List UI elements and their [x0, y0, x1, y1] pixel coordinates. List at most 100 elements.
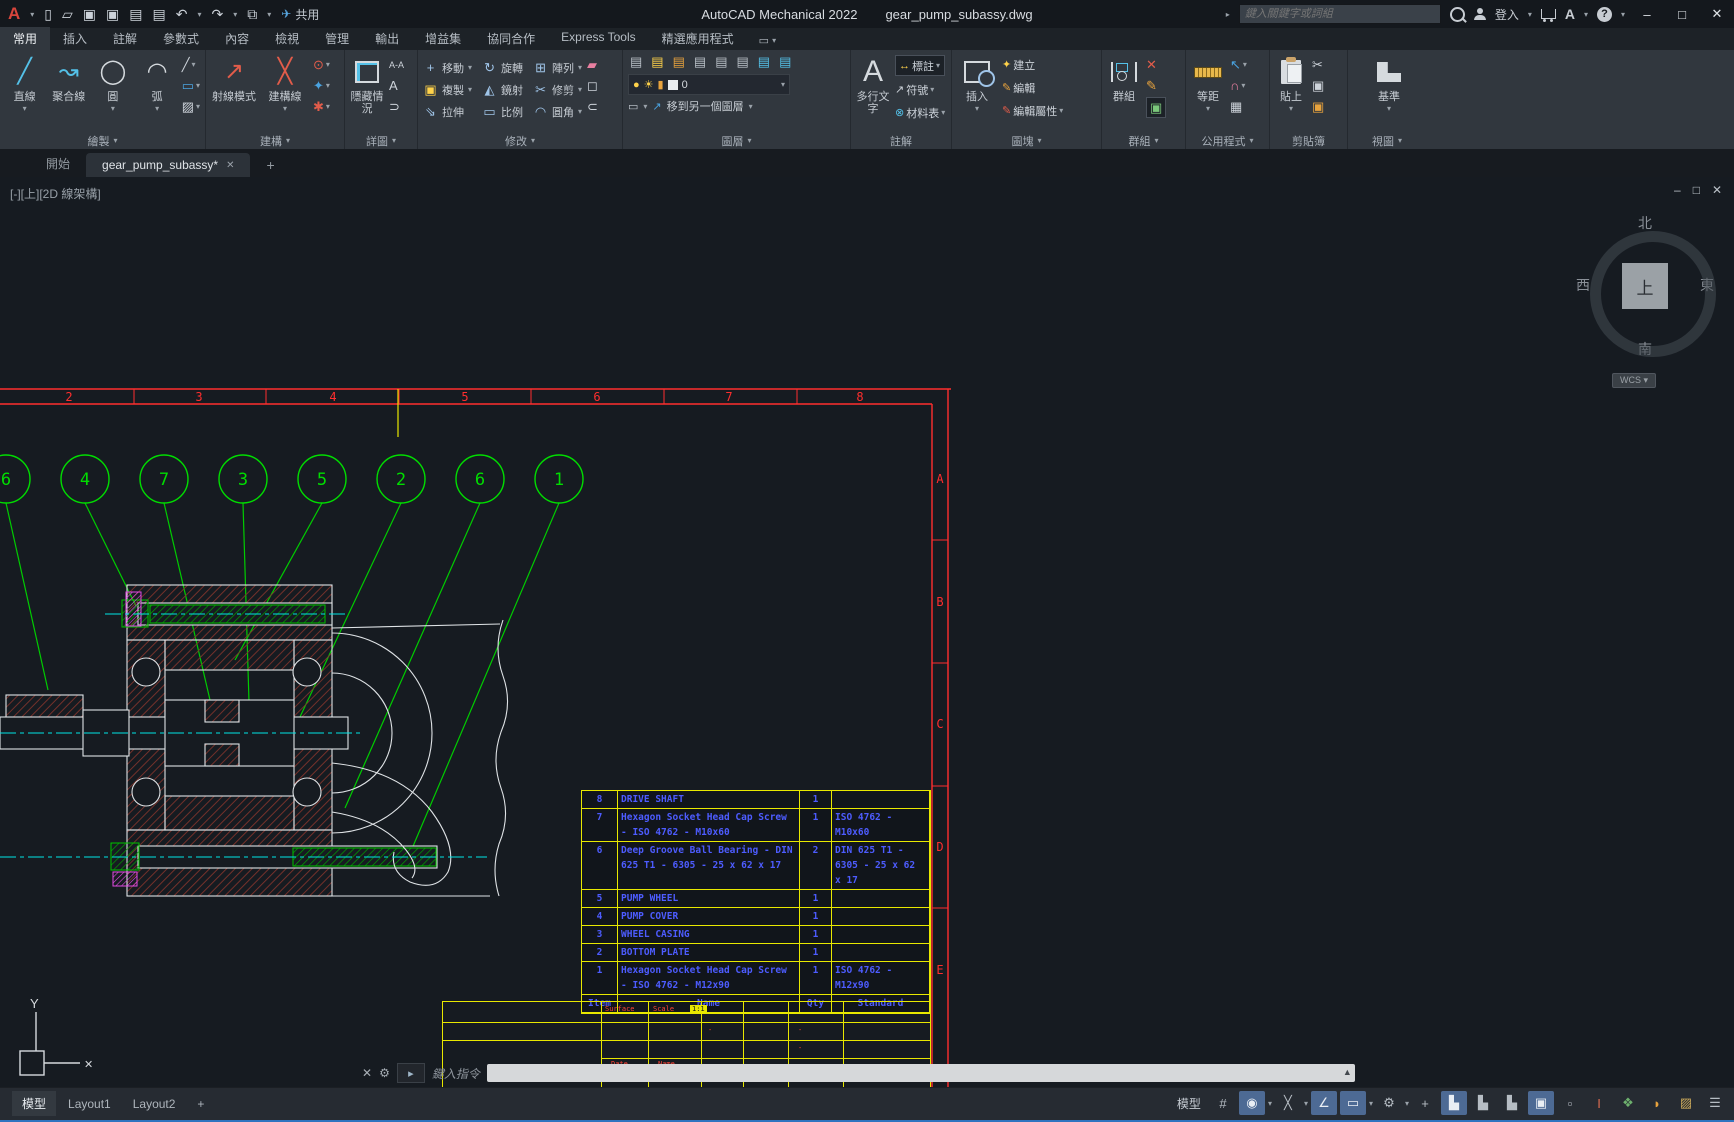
- offset-button[interactable]: ⊂: [587, 97, 598, 116]
- layout-tab[interactable]: 模型: [12, 1091, 56, 1116]
- selection-cycling-icon[interactable]: ▙: [1441, 1091, 1467, 1115]
- help-caret-icon[interactable]: ▾: [1621, 10, 1625, 19]
- snap-mode-icon-caret[interactable]: ▾: [1268, 1099, 1272, 1108]
- signin-caret-icon[interactable]: ▾: [1528, 10, 1532, 19]
- panel-annotate-label[interactable]: 註解: [851, 132, 951, 149]
- isolate-objects-icon[interactable]: I: [1586, 1091, 1612, 1115]
- ungroup-button[interactable]: ✕: [1146, 55, 1166, 74]
- app-logo-icon[interactable]: A: [8, 4, 20, 24]
- ucs-icon[interactable]: Y ✕: [20, 996, 93, 1075]
- ribbon-tab[interactable]: 精選應用程式: [649, 27, 747, 50]
- move-to-layer-button[interactable]: 移到另一個圖層: [667, 98, 744, 114]
- layer-freeze-icon[interactable]: ▤: [758, 54, 770, 70]
- cut-button[interactable]: ✂: [1312, 55, 1324, 74]
- layout-tab[interactable]: Layout1: [58, 1093, 121, 1115]
- new-file-icon[interactable]: ▯: [44, 6, 52, 23]
- switch-windows-icon[interactable]: ⧉: [247, 6, 257, 23]
- autodesk-caret-icon[interactable]: ▾: [1584, 10, 1588, 19]
- search-input[interactable]: [1239, 4, 1441, 24]
- construction-geometry-button[interactable]: ╱▾: [182, 55, 200, 74]
- annotation-autoscale-icon[interactable]: ▙: [1499, 1091, 1525, 1115]
- window-maximize-button[interactable]: □: [1669, 7, 1695, 22]
- ribbon-tab[interactable]: 參數式: [150, 27, 212, 50]
- wcs-menu[interactable]: WCS ▾: [1612, 373, 1656, 388]
- save-icon[interactable]: ▣: [83, 6, 96, 23]
- group-edit-button[interactable]: ✎: [1146, 76, 1166, 95]
- new-drawing-tab-button[interactable]: +: [260, 153, 280, 177]
- layer-make-current-icon[interactable]: ▤: [651, 54, 663, 70]
- erase-button[interactable]: ▰: [587, 55, 598, 74]
- app-store-cart-icon[interactable]: [1541, 9, 1556, 19]
- panel-block-label[interactable]: 圖塊▾: [952, 132, 1101, 149]
- mtext-button[interactable]: A 多行文字: [856, 53, 890, 115]
- stretch-button[interactable]: ⇘拉伸: [423, 101, 472, 122]
- arc-button[interactable]: ◠ 弧▾: [138, 53, 177, 115]
- snap-mode-icon[interactable]: ◉: [1239, 1091, 1265, 1115]
- autodesk-icon[interactable]: A: [1565, 6, 1575, 22]
- edit-attributes-button[interactable]: ✎ 編輯屬性▾: [1002, 101, 1063, 120]
- trim-button[interactable]: ✂修剪▾: [533, 79, 582, 100]
- quick-select-button[interactable]: ↖▾: [1230, 55, 1247, 74]
- explode-button[interactable]: ◻: [587, 76, 598, 95]
- panel-clipboard-label[interactable]: 剪貼簿: [1270, 132, 1347, 149]
- copy-clip-button[interactable]: ▣: [1312, 76, 1324, 95]
- hatch-button[interactable]: ▨▾: [182, 97, 200, 116]
- polar-tracking-icon[interactable]: ∠: [1311, 1091, 1337, 1115]
- edit-block-button[interactable]: ✎ 編輯: [1002, 78, 1063, 97]
- command-history-bar[interactable]: ▲: [487, 1064, 1355, 1082]
- panel-utilities-label[interactable]: 公用程式▾: [1186, 132, 1269, 149]
- image-frame-icon[interactable]: ▨: [1673, 1091, 1699, 1115]
- redo-caret-icon[interactable]: ▾: [233, 10, 237, 19]
- layer-off-icon[interactable]: ▤: [779, 54, 791, 70]
- trace-button[interactable]: ✦▾: [313, 76, 330, 95]
- base-view-button[interactable]: 基準▾: [1369, 53, 1409, 115]
- polyline-button[interactable]: ↝ 聚合線: [49, 53, 88, 103]
- panel-modify-label[interactable]: 修改▾: [418, 132, 622, 149]
- panel-draw-label[interactable]: 繪製▾: [0, 132, 205, 149]
- ribbon-tab[interactable]: 插入: [50, 27, 100, 50]
- rectangle-button[interactable]: ▭▾: [182, 76, 200, 95]
- line-button[interactable]: ╱ 直線▾: [5, 53, 44, 115]
- rotate-button[interactable]: ↻旋轉: [482, 57, 523, 78]
- ribbon-tab[interactable]: 檢視: [262, 27, 312, 50]
- ribbon-tab[interactable]: 內容: [212, 27, 262, 50]
- point-cloud-button[interactable]: ∩▾: [1230, 76, 1247, 95]
- command-input[interactable]: 鍵入指令: [432, 1065, 480, 1082]
- quick-calc-button[interactable]: ▦: [1230, 97, 1247, 116]
- command-close-icon[interactable]: ✕: [362, 1066, 372, 1080]
- save-as-icon[interactable]: ▣: [106, 6, 119, 23]
- help-icon[interactable]: ?: [1597, 7, 1612, 22]
- share-button[interactable]: ✈ 共用: [281, 6, 319, 23]
- app-menu-caret-icon[interactable]: ▾: [30, 10, 34, 19]
- object-snap-tracking-icon[interactable]: ╳: [1275, 1091, 1301, 1115]
- erase-construction-button[interactable]: ✱▾: [313, 97, 330, 116]
- file-tab-start[interactable]: 開始: [30, 150, 86, 177]
- array-button[interactable]: ⊞陣列▾: [533, 57, 582, 78]
- qat-customize-caret-icon[interactable]: ▾: [267, 10, 271, 19]
- doc-minimize-button[interactable]: –: [1674, 183, 1681, 197]
- search-expand-icon[interactable]: ▸: [1226, 10, 1230, 19]
- undo-icon[interactable]: ↶: [176, 6, 188, 23]
- command-history-up-icon[interactable]: ▲: [1343, 1067, 1352, 1077]
- search-icon[interactable]: [1450, 7, 1465, 22]
- paste-special-button[interactable]: ▣: [1312, 97, 1324, 116]
- ribbon-tab[interactable]: 協同合作: [474, 27, 548, 50]
- graphics-performance-icon[interactable]: ❖: [1615, 1091, 1641, 1115]
- bom-button[interactable]: ⊗ 材料表▾: [895, 103, 945, 122]
- file-tab-close-icon[interactable]: ✕: [226, 160, 234, 171]
- ribbon-tab[interactable]: 增益集: [412, 27, 474, 50]
- grid-icon[interactable]: #: [1210, 1091, 1236, 1115]
- object-snap-tracking-icon-caret[interactable]: ▾: [1304, 1099, 1308, 1108]
- mirror-button[interactable]: ◭鏡射: [482, 79, 523, 100]
- rectangle-tool-icon[interactable]: ▭: [628, 100, 638, 113]
- layer-isolate-icon[interactable]: ▤: [715, 54, 727, 70]
- signin-button[interactable]: 登入: [1495, 6, 1519, 23]
- ribbon-tab[interactable]: Express Tools: [548, 27, 648, 50]
- ribbon-tab[interactable]: 輸出: [362, 27, 412, 50]
- paste-button[interactable]: 貼上▾: [1275, 53, 1307, 115]
- window-close-button[interactable]: ✕: [1704, 6, 1730, 22]
- panel-detail-label[interactable]: 詳圖▾: [345, 132, 417, 149]
- detail-view-button[interactable]: A: [389, 76, 404, 95]
- move-button[interactable]: +移動▾: [423, 57, 472, 78]
- workspace-icon[interactable]: ▫: [1557, 1091, 1583, 1115]
